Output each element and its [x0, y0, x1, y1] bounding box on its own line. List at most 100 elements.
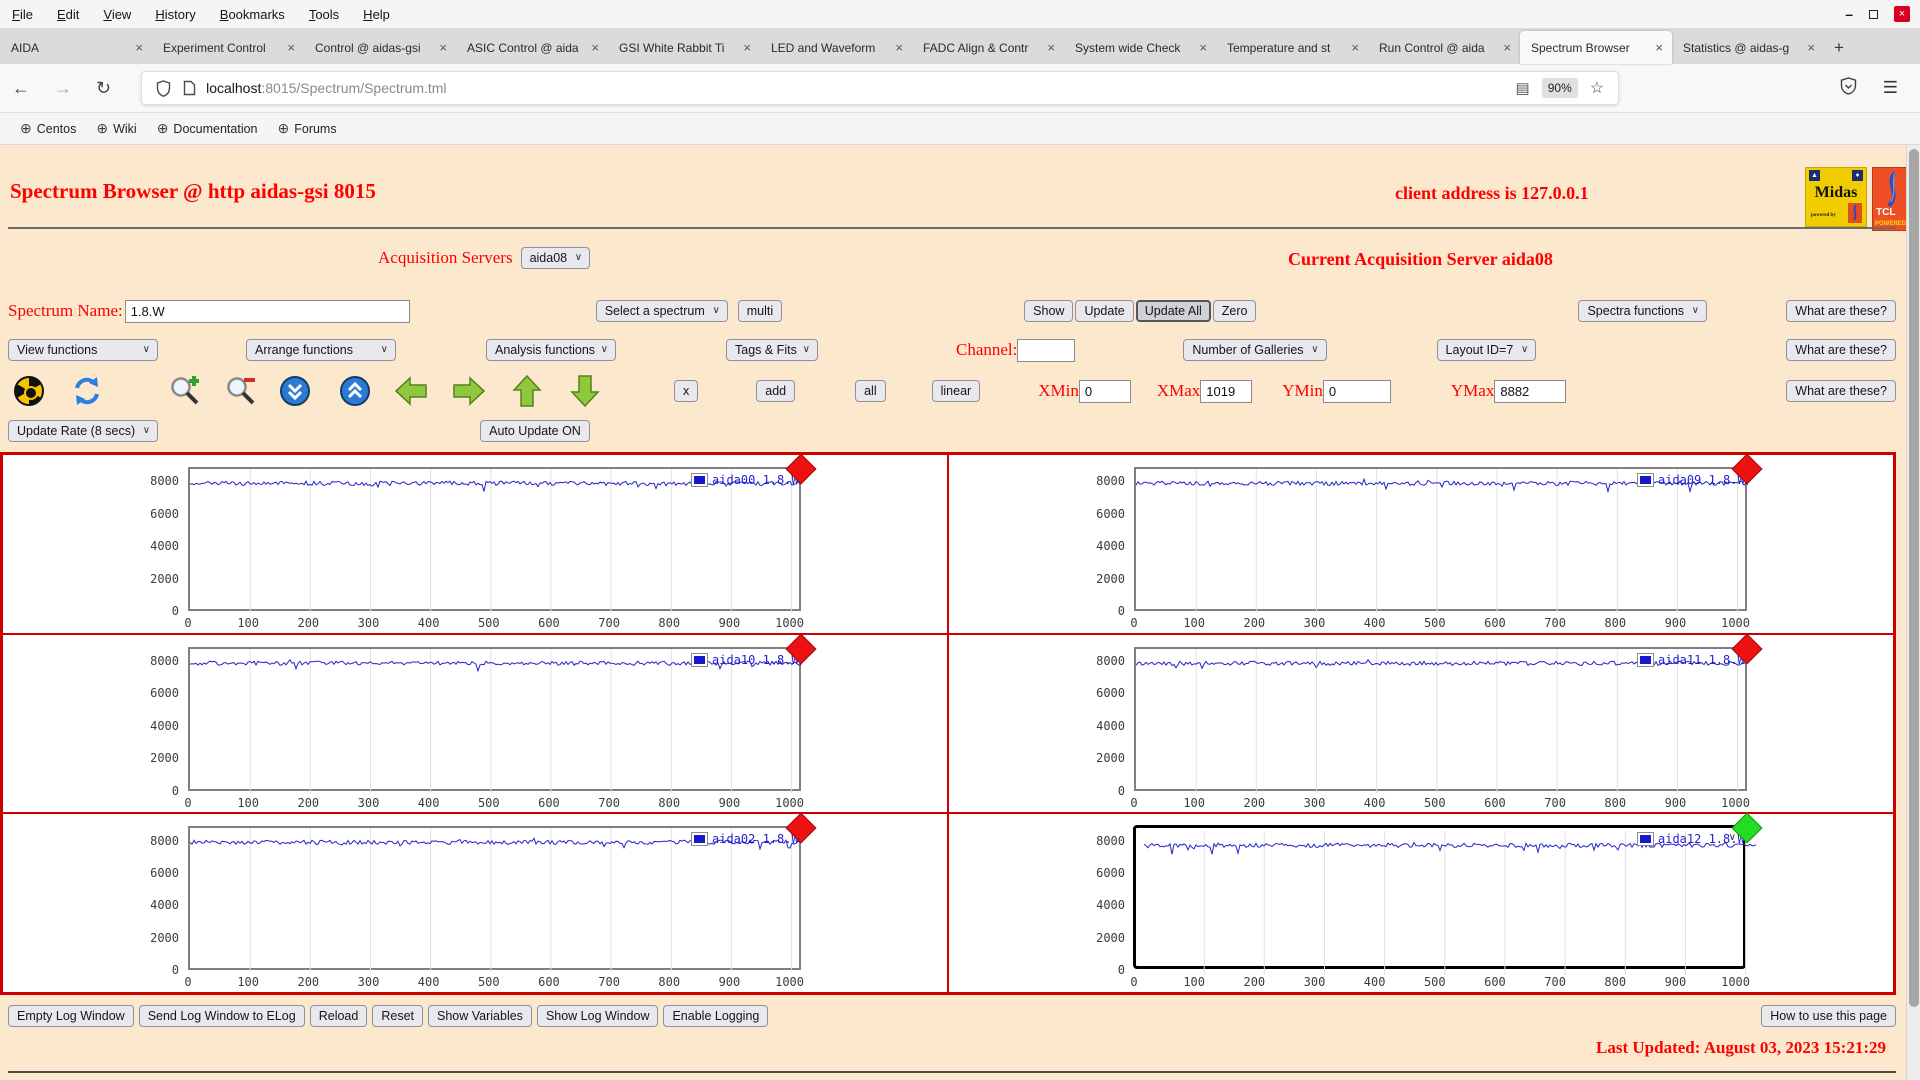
tab-control-aidas-gsi[interactable]: Control @ aidas-gsi ×	[304, 31, 456, 64]
add-button[interactable]: add	[756, 380, 796, 402]
tab-run-control-aida[interactable]: Run Control @ aida ×	[1368, 31, 1520, 64]
zoom-out-icon[interactable]	[224, 374, 258, 408]
update-all-button[interactable]: Update All	[1135, 300, 1211, 322]
close-tab-icon[interactable]: ×	[284, 40, 298, 55]
ymin-input[interactable]	[1322, 379, 1391, 403]
tab-aida[interactable]: AIDA ×	[0, 31, 152, 64]
close-tab-icon[interactable]: ×	[1044, 40, 1058, 55]
menu-edit[interactable]: Edit	[45, 7, 91, 22]
tags-fits-dropdown[interactable]: Tags & Fits	[726, 339, 818, 361]
close-tab-icon[interactable]: ×	[436, 40, 450, 55]
tab-fadc-align-contr[interactable]: FADC Align & Contr ×	[912, 31, 1064, 64]
spectra-functions-dropdown[interactable]: Spectra functions	[1578, 300, 1708, 322]
refresh-icon[interactable]	[70, 374, 104, 408]
menu-history[interactable]: History	[143, 7, 207, 22]
close-tab-icon[interactable]: ×	[1348, 40, 1362, 55]
tab-led-and-waveform[interactable]: LED and Waveform ×	[760, 31, 912, 64]
what-are-these-button-3[interactable]: What are these?	[1786, 380, 1896, 402]
zero-button[interactable]: Zero	[1212, 300, 1257, 322]
right-arrow-icon[interactable]	[452, 374, 486, 408]
midas-logo[interactable]: ▲ ♦ Midas powered by	[1805, 167, 1867, 227]
spectrum-panel[interactable]: 0200040006000800001002003004005006007008…	[948, 453, 1894, 634]
close-tab-icon[interactable]: ×	[1500, 40, 1514, 55]
x-button[interactable]: x	[674, 380, 699, 402]
spectrum-panel[interactable]: 0200040006000800001002003004005006007008…	[948, 812, 1894, 993]
send-log-window-to-elog-button[interactable]: Send Log Window to ELog	[138, 1005, 305, 1027]
close-tab-icon[interactable]: ×	[1196, 40, 1210, 55]
spectrum-plot[interactable]	[1134, 467, 1749, 613]
show-button[interactable]: Show	[1024, 300, 1074, 322]
what-are-these-button-1[interactable]: What are these?	[1786, 300, 1896, 322]
tab-gsi-white-rabbit-ti[interactable]: GSI White Rabbit Ti ×	[608, 31, 760, 64]
what-are-these-button-2[interactable]: What are these?	[1786, 339, 1896, 361]
number-of-galleries-dropdown[interactable]: Number of Galleries	[1183, 339, 1327, 361]
forward-icon[interactable]: →	[42, 78, 84, 99]
spectrum-plot[interactable]	[1134, 646, 1749, 793]
menu-hamburger-icon[interactable]: ☰	[1883, 78, 1898, 98]
all-button[interactable]: all	[855, 380, 886, 402]
account-shield-icon[interactable]	[1840, 76, 1857, 100]
down-arrow-icon[interactable]	[568, 374, 602, 408]
how-to-use-button[interactable]: How to use this page	[1761, 1005, 1896, 1027]
zoom-in-icon[interactable]	[168, 374, 202, 408]
scrollbar-thumb[interactable]	[1909, 149, 1919, 1007]
shield-icon[interactable]	[156, 79, 171, 97]
reader-mode-icon[interactable]: ▤	[1516, 79, 1530, 97]
tcl-powered-logo[interactable]: TCL POWERED	[1872, 167, 1910, 231]
analysis-functions-dropdown[interactable]: Analysis functions	[486, 339, 616, 361]
close-tab-icon[interactable]: ×	[1804, 40, 1818, 55]
spectrum-name-input[interactable]	[124, 299, 410, 323]
xmin-input[interactable]	[1078, 379, 1131, 403]
menu-bookmarks[interactable]: Bookmarks	[208, 7, 297, 22]
spectrum-plot[interactable]	[1133, 825, 1757, 976]
menu-tools[interactable]: Tools	[297, 7, 351, 22]
enable-logging-button[interactable]: Enable Logging	[663, 1005, 769, 1027]
acquisition-server-select[interactable]: aida08	[520, 247, 591, 269]
empty-log-window-button[interactable]: Empty Log Window	[8, 1005, 134, 1027]
back-icon[interactable]: ←	[0, 78, 42, 99]
url-bar[interactable]: localhost:8015/Spectrum/Spectrum.tml ▤ 9…	[141, 71, 1620, 105]
maximize-icon[interactable]	[1869, 9, 1878, 19]
tab-system-wide-check[interactable]: System wide Check ×	[1064, 31, 1216, 64]
spectrum-panel[interactable]: 0200040006000800001002003004005006007008…	[948, 633, 1894, 814]
menu-help[interactable]: Help	[351, 7, 402, 22]
bookmark-wiki[interactable]: ⊕ Wiki	[86, 120, 146, 137]
menu-file[interactable]: File	[0, 7, 45, 22]
page-scrollbar[interactable]	[1906, 145, 1920, 1080]
reload-button[interactable]: Reload	[309, 1005, 368, 1027]
new-tab-button[interactable]: +	[1824, 31, 1854, 64]
update-rate-dropdown[interactable]: Update Rate (8 secs)	[8, 420, 159, 442]
layout-id-dropdown[interactable]: Layout ID=7	[1436, 339, 1537, 361]
xmax-input[interactable]	[1200, 379, 1253, 403]
bookmark-documentation[interactable]: ⊕ Documentation	[147, 120, 268, 137]
update-button[interactable]: Update	[1075, 300, 1134, 322]
close-tab-icon[interactable]: ×	[132, 40, 146, 55]
close-tab-icon[interactable]: ×	[1652, 40, 1666, 55]
bookmark-forums[interactable]: ⊕ Forums	[268, 120, 347, 137]
scroll-up-icon[interactable]	[338, 374, 372, 408]
ymax-input[interactable]	[1494, 379, 1567, 403]
tab-statistics-aidas-g[interactable]: Statistics @ aidas-g ×	[1672, 31, 1824, 64]
up-arrow-icon[interactable]	[510, 374, 544, 408]
menu-view[interactable]: View	[91, 7, 143, 22]
spectrum-plot[interactable]	[188, 826, 803, 973]
zoom-level-badge[interactable]: 90%	[1541, 78, 1578, 98]
scroll-down-icon[interactable]	[278, 374, 312, 408]
reload-icon[interactable]: ↻	[84, 78, 123, 99]
select-spectrum-dropdown[interactable]: Select a spectrum	[595, 300, 728, 322]
linear-button[interactable]: linear	[931, 380, 981, 402]
auto-update-button[interactable]: Auto Update ON	[480, 420, 590, 442]
channel-input[interactable]	[1017, 338, 1076, 362]
spectrum-panel[interactable]: 0200040006000800001002003004005006007008…	[2, 453, 948, 634]
close-tab-icon[interactable]: ×	[892, 40, 906, 55]
tab-temperature-and-st[interactable]: Temperature and st ×	[1216, 31, 1368, 64]
spectrum-panel[interactable]: 0200040006000800001002003004005006007008…	[2, 633, 948, 814]
multi-button[interactable]: multi	[737, 300, 783, 322]
page-icon[interactable]	[183, 80, 196, 96]
tab-asic-control-aida[interactable]: ASIC Control @ aida ×	[456, 31, 608, 64]
arrange-functions-dropdown[interactable]: Arrange functions	[246, 339, 396, 361]
left-arrow-icon[interactable]	[394, 374, 428, 408]
radiation-icon[interactable]	[12, 374, 46, 408]
reset-button[interactable]: Reset	[372, 1005, 423, 1027]
close-tab-icon[interactable]: ×	[588, 40, 602, 55]
